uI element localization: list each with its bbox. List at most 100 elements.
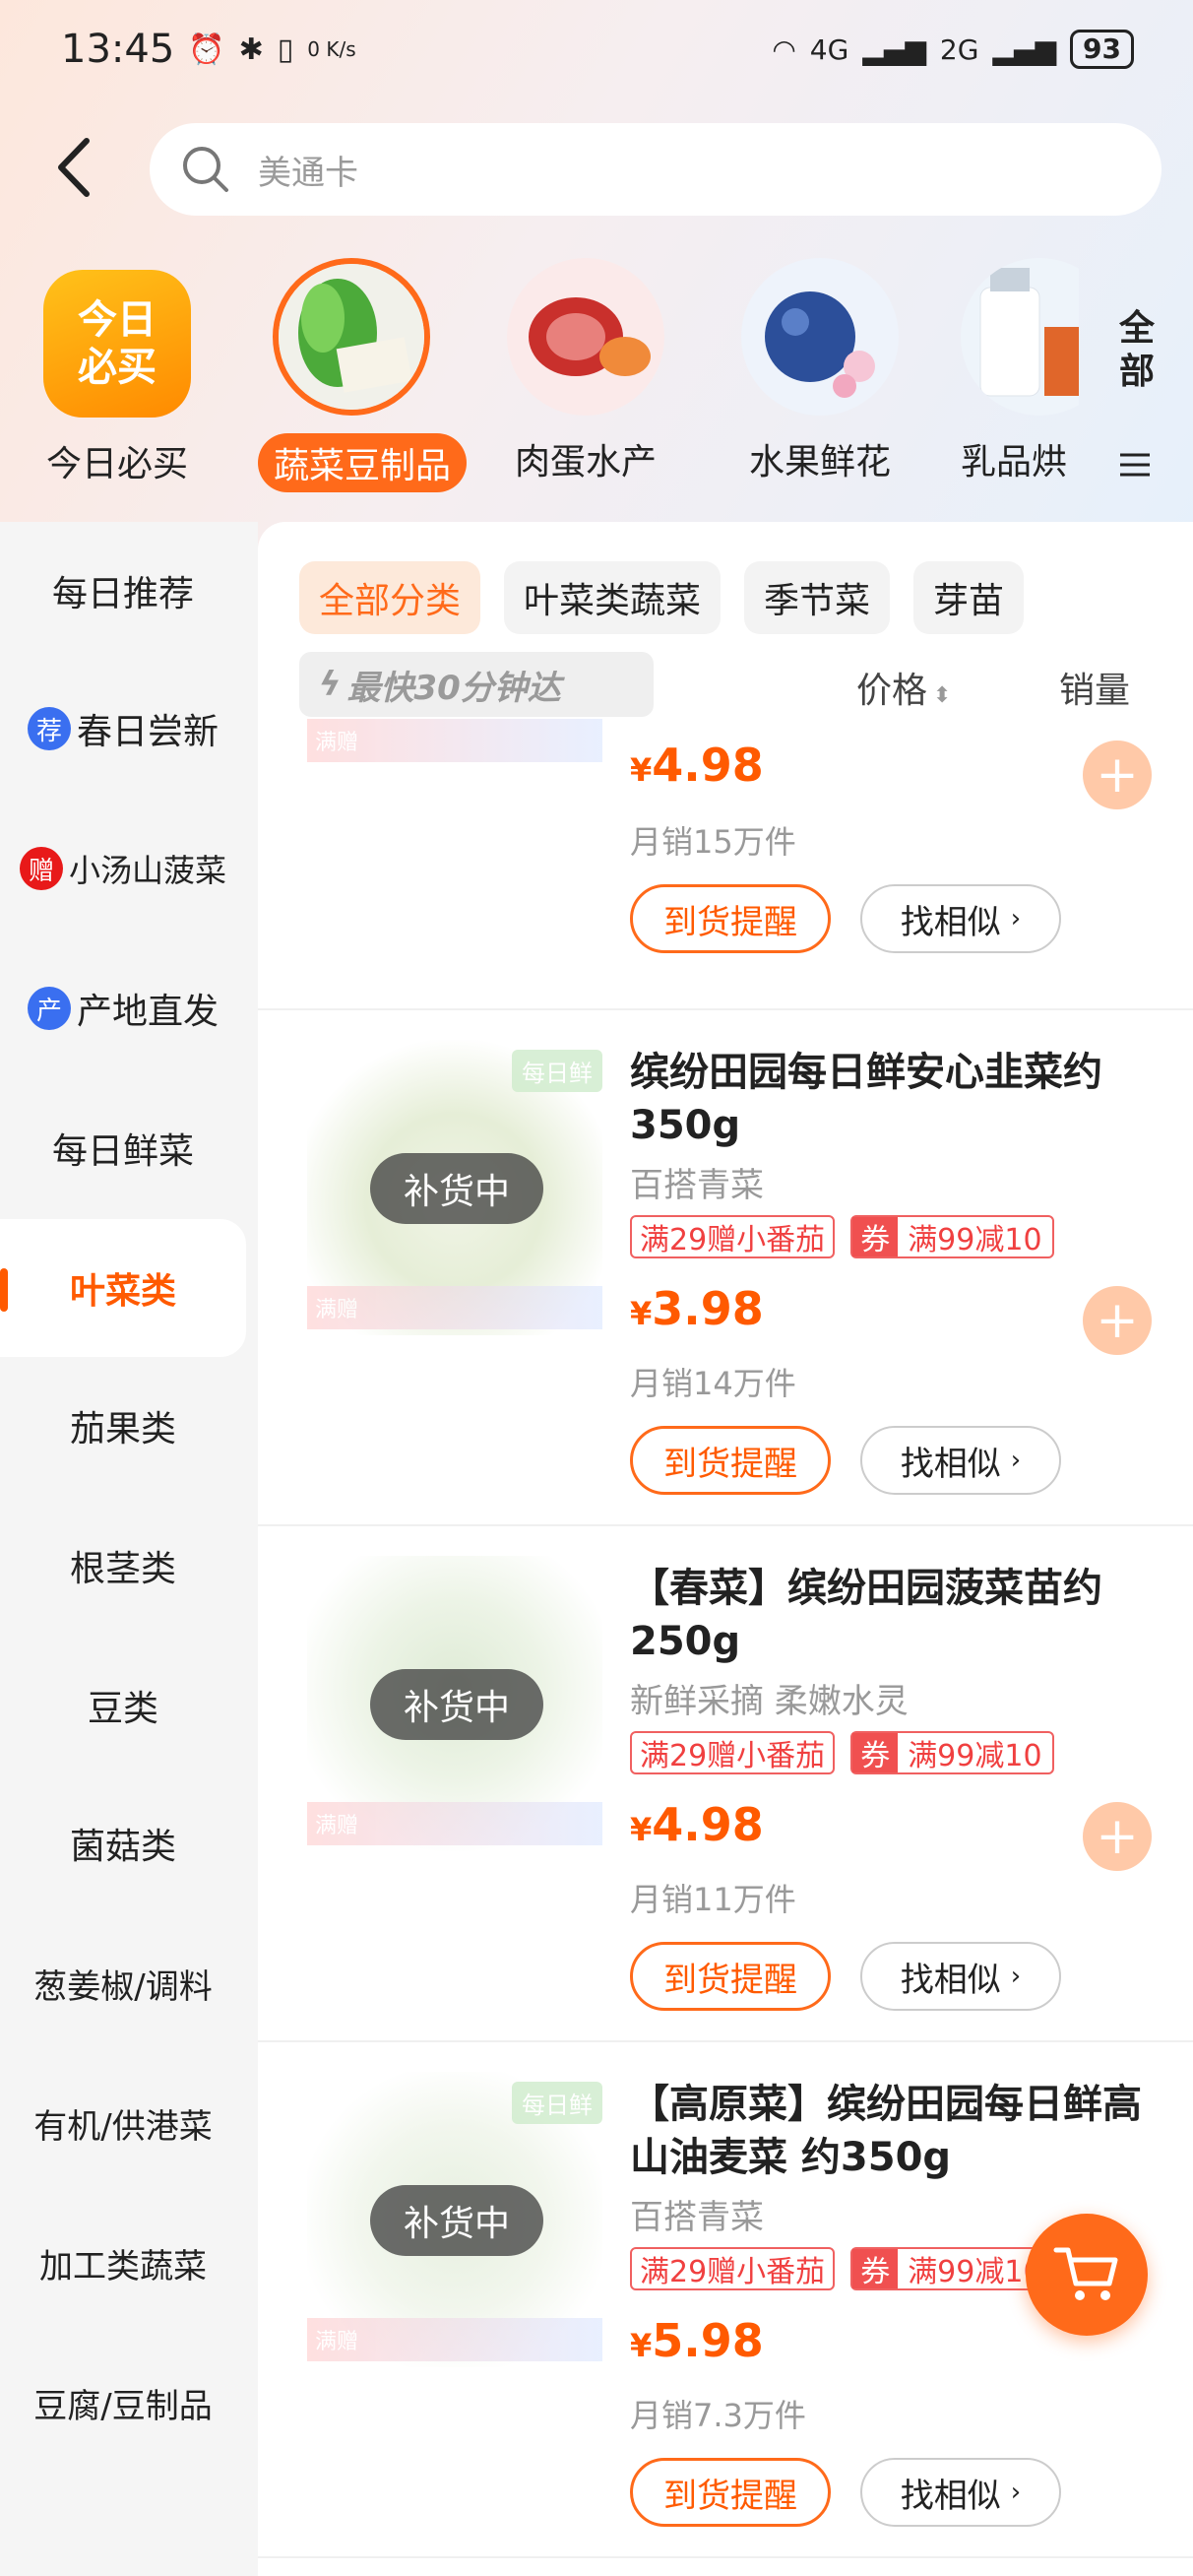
signal-bars-icon: ▂▄▆ [862,32,926,66]
product-price: ¥4.98 [630,739,764,792]
add-to-cart-button[interactable]: + [1083,1286,1152,1355]
category-today-must-buy[interactable]: 今日必买 今日必买 [24,258,211,486]
restock-remind-button[interactable]: 到货提醒 [630,1942,831,2011]
sidebar-item-label: 每日推荐 [51,574,194,614]
restock-remind-button[interactable]: 到货提醒 [630,2458,831,2527]
product-card[interactable]: 补货中 满赠 【春菜】缤纷田园菠菜苗约250g 新鲜采摘 柔嫩水灵 满29赠小番… [258,1526,1193,2042]
cart-button[interactable] [1026,2214,1148,2336]
coupon-tag: 券满99减10 [850,2247,1054,2290]
product-image: 补货中 满赠 [307,1556,602,1851]
chevron-right-icon: › [1010,1446,1022,1475]
find-similar-button[interactable]: 找相似 › [860,884,1061,953]
sort-sales[interactable]: 销量 [1059,662,1130,713]
menu-icon[interactable] [1118,451,1152,479]
sidebar-item-label: 根茎类 [69,1549,176,1589]
promo-gift-tag: 满29赠小番茄 [630,2247,836,2290]
promo-gift-tag: 满29赠小番茄 [630,1731,836,1774]
sidebar-item-beans[interactable]: 豆类 [0,1637,246,1774]
search-icon [183,147,228,192]
sort-price[interactable]: 价格 ⬍ [856,662,951,713]
product-sales: 月销11万件 [630,1881,796,1918]
add-to-cart-button[interactable]: + [1083,1802,1152,1871]
product-subtitle: 新鲜采摘 柔嫩水灵 [630,1682,909,1721]
sidebar-item-origin-direct[interactable]: 产产地直发 [0,939,246,1077]
gift-strip: 满赠 [307,1802,602,1845]
sidebar-item-label: 叶菜类 [69,1271,176,1312]
coupon-tag: 券满99减10 [850,1215,1054,1258]
signal-4g: 4G [809,32,849,66]
product-card[interactable]: 每日鲜 补货中 满赠 缤纷田园每日鲜安心韭菜约350g 百搭青菜 满29赠小番茄… [258,1010,1193,1526]
all-categories-button[interactable]: 全部 [1112,307,1162,394]
product-subtitle: 百搭青菜 [630,2198,764,2237]
wifi-icon: ◠ [772,32,796,66]
restocking-badge: 补货中 [370,2185,543,2256]
product-name: 缤纷田园每日鲜安心韭菜约350g [630,1050,1102,1148]
chip-seasonal[interactable]: 季节菜 [744,561,891,634]
sidebar-item-tofu[interactable]: 豆腐/豆制品 [0,2334,246,2472]
restocking-badge: 补货中 [370,1669,543,1740]
sidebar-item-label: 豆腐/豆制品 [33,2386,213,2426]
sidebar-item-roots[interactable]: 根茎类 [0,1497,246,1635]
category-label: 肉蛋水产 [514,442,657,483]
sort-price-label: 价格 [856,671,928,711]
coupon-mark: 券 [852,2249,899,2289]
search-input[interactable]: 美通卡 [150,123,1162,216]
sidebar-item-processed[interactable]: 加工类蔬菜 [0,2194,246,2332]
promo-gift-tag: 满29赠小番茄 [630,1215,836,1258]
find-similar-button[interactable]: 找相似 › [860,1426,1061,1495]
plus-icon: + [1096,1807,1139,1866]
category-label: 今日必买 [45,444,188,484]
product-sales: 月销14万件 [630,1365,796,1402]
add-to-cart-button[interactable]: + [1083,741,1152,809]
all-categories-label: 全部 [1118,308,1155,392]
restock-remind-button[interactable]: 到货提醒 [630,884,831,953]
promo-tags: 满29赠小番茄 券满99减10 [630,2247,1054,2290]
alarm-icon: ⏰ [188,32,225,67]
gift-strip: 满赠 [307,1286,602,1329]
promo-tags: 满29赠小番茄 券满99减10 [630,1215,1054,1258]
product-price: ¥4.98 [630,1798,764,1851]
status-time: 13:45 [61,27,175,72]
sidebar-item-leafy[interactable]: 叶菜类 [0,1219,246,1357]
product-sales: 月销7.3万件 [630,2397,806,2434]
coupon-tag: 券满99减10 [850,1731,1054,1774]
restock-remind-button[interactable]: 到货提醒 [630,1426,831,1495]
sidebar-item-spring-new[interactable]: 荐春日尝新 [0,660,246,798]
sidebar-item-label: 豆类 [87,1689,158,1729]
sidebar-item-spinach[interactable]: 赠小汤山菠菜 [0,800,246,937]
sidebar-item-label: 春日尝新 [76,712,219,752]
product-name: 【高原菜】缤纷田园每日鲜高山油麦菜 约350g [630,2082,1142,2180]
fruit-image [741,258,899,416]
product-subtitle: 百搭青菜 [630,1166,764,1205]
find-similar-button[interactable]: 找相似 › [860,1942,1061,2011]
sidebar-item-mushrooms[interactable]: 菌菇类 [0,1774,246,1912]
back-arrow-icon [58,138,90,197]
sidebar-item-solanaceous[interactable]: 茄果类 [0,1357,246,1495]
promo-tags: 满29赠小番茄 券满99减10 [630,1731,1054,1774]
today-must-buy-icon: 今日必买 [43,270,191,418]
back-button[interactable] [47,133,106,202]
chevron-right-icon: › [1010,904,1022,934]
plus-icon: + [1096,1291,1139,1350]
category-fruit-flowers[interactable]: 水果鲜花 [726,258,913,484]
milk-image [961,258,1079,416]
sidebar-item-seasonings[interactable]: 葱姜椒/调料 [0,1914,246,2052]
sidebar-item-organic[interactable]: 有机/供港菜 [0,2054,246,2192]
sidebar-item-daily-fresh[interactable]: 每日鲜菜 [0,1079,246,1217]
category-label: 乳品烘 [961,442,1068,483]
category-meat-eggs-seafood[interactable]: 肉蛋水产 [492,258,679,484]
find-similar-button[interactable]: 找相似 › [860,2458,1061,2527]
sidebar-item-label: 有机/供港菜 [33,2106,213,2147]
sidebar-item-daily-recommend[interactable]: 每日推荐 [0,522,246,660]
product-image: 每日鲜 补货中 满赠 [307,2072,602,2367]
chip-sprouts[interactable]: 芽苗 [913,561,1025,634]
sidebar-item-label: 菌菇类 [69,1827,176,1867]
sidebar-item-label: 小汤山菠菜 [68,852,226,889]
product-card[interactable]: 满赠 ¥4.98 + 月销15万件 到货提醒 找相似 › [258,719,1193,1010]
origin-badge: 产 [27,987,71,1030]
daily-fresh-tag: 每日鲜 [512,1050,602,1092]
product-name: 【春菜】缤纷田园菠菜苗约250g [630,1566,1102,1664]
restocking-badge: 补货中 [370,1153,543,1224]
category-vegetables-tofu[interactable]: 蔬菜豆制品 [258,258,468,492]
category-dairy-bakery[interactable]: 乳品烘 [961,258,1079,484]
